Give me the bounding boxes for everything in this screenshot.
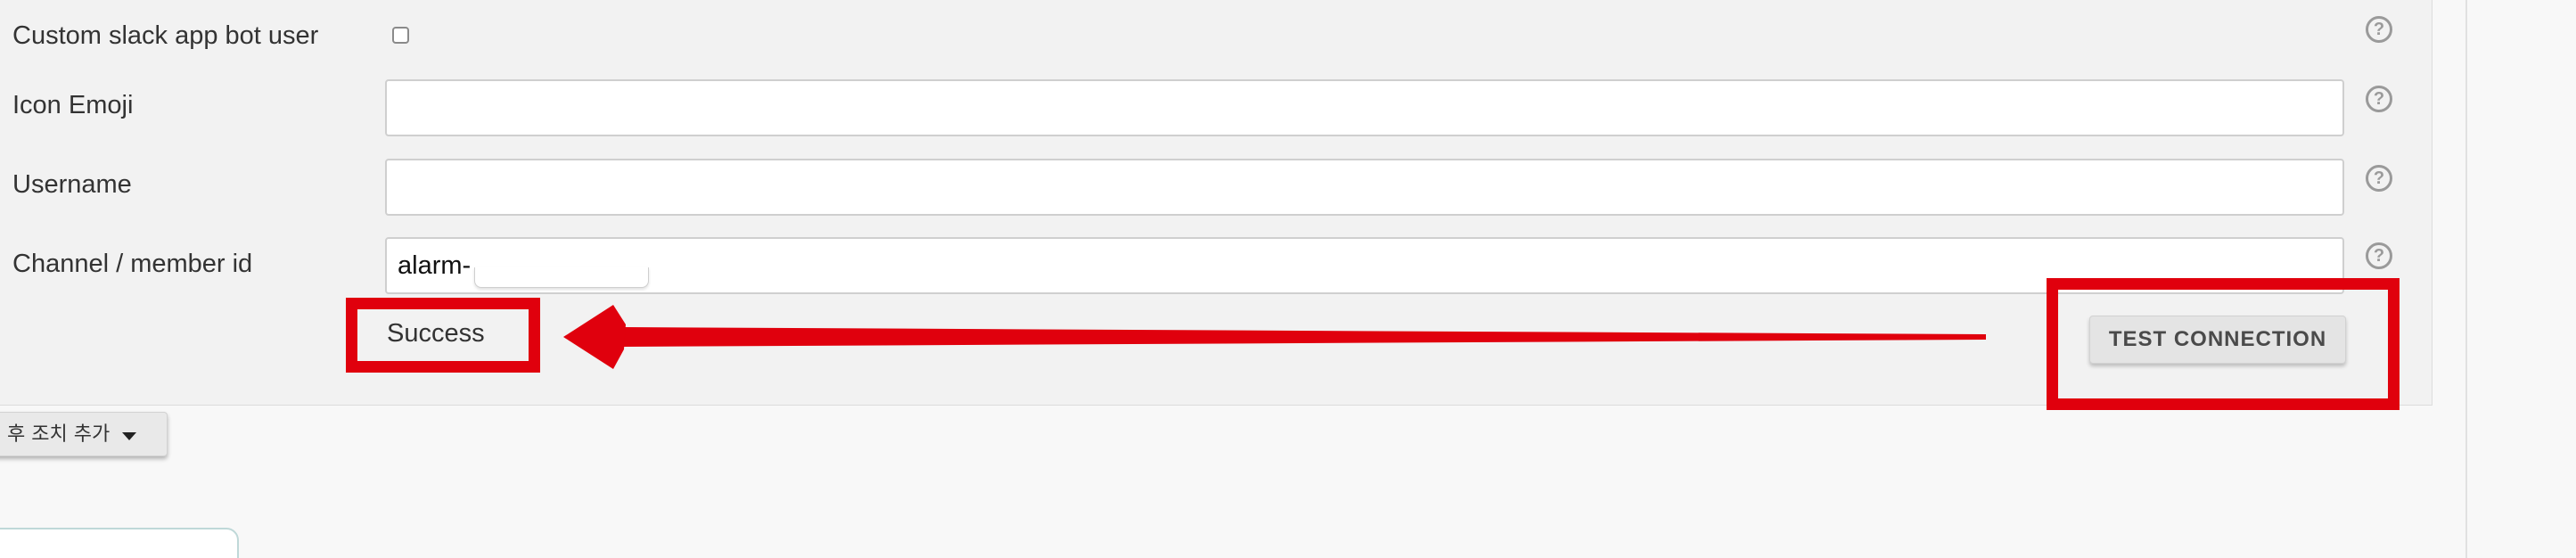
arrow-head bbox=[563, 305, 626, 369]
add-post-build-action-label: 후 조치 추가 bbox=[1, 423, 111, 446]
page: Custom slack app bot user ? Icon Emoji ?… bbox=[0, 0, 2576, 558]
add-post-build-action-button[interactable]: 후 조치 추가 bbox=[0, 412, 168, 456]
arrow-shaft bbox=[624, 327, 1986, 347]
arrow-annotation bbox=[563, 305, 1986, 369]
dropdown-caret-icon bbox=[122, 432, 136, 440]
next-section-card bbox=[0, 528, 239, 558]
